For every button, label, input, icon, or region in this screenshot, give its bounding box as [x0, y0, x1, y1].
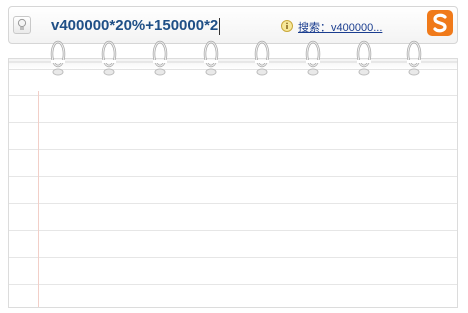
notepad-paper[interactable]: [8, 58, 458, 308]
search-link[interactable]: 搜索：v400000...: [298, 19, 382, 35]
expression-text: v400000*20%+150000*2: [51, 17, 219, 34]
sogou-logo-icon[interactable]: [427, 10, 453, 36]
search-bar: v400000*20%+150000*2 搜索：v400000...: [8, 6, 458, 44]
margin-line: [38, 91, 39, 307]
expression-input[interactable]: v400000*20%+150000*2: [51, 15, 221, 37]
text-caret: [219, 17, 221, 35]
paper-top-edge: [9, 59, 457, 70]
lightbulb-icon[interactable]: [13, 16, 31, 34]
info-icon: [281, 20, 293, 32]
